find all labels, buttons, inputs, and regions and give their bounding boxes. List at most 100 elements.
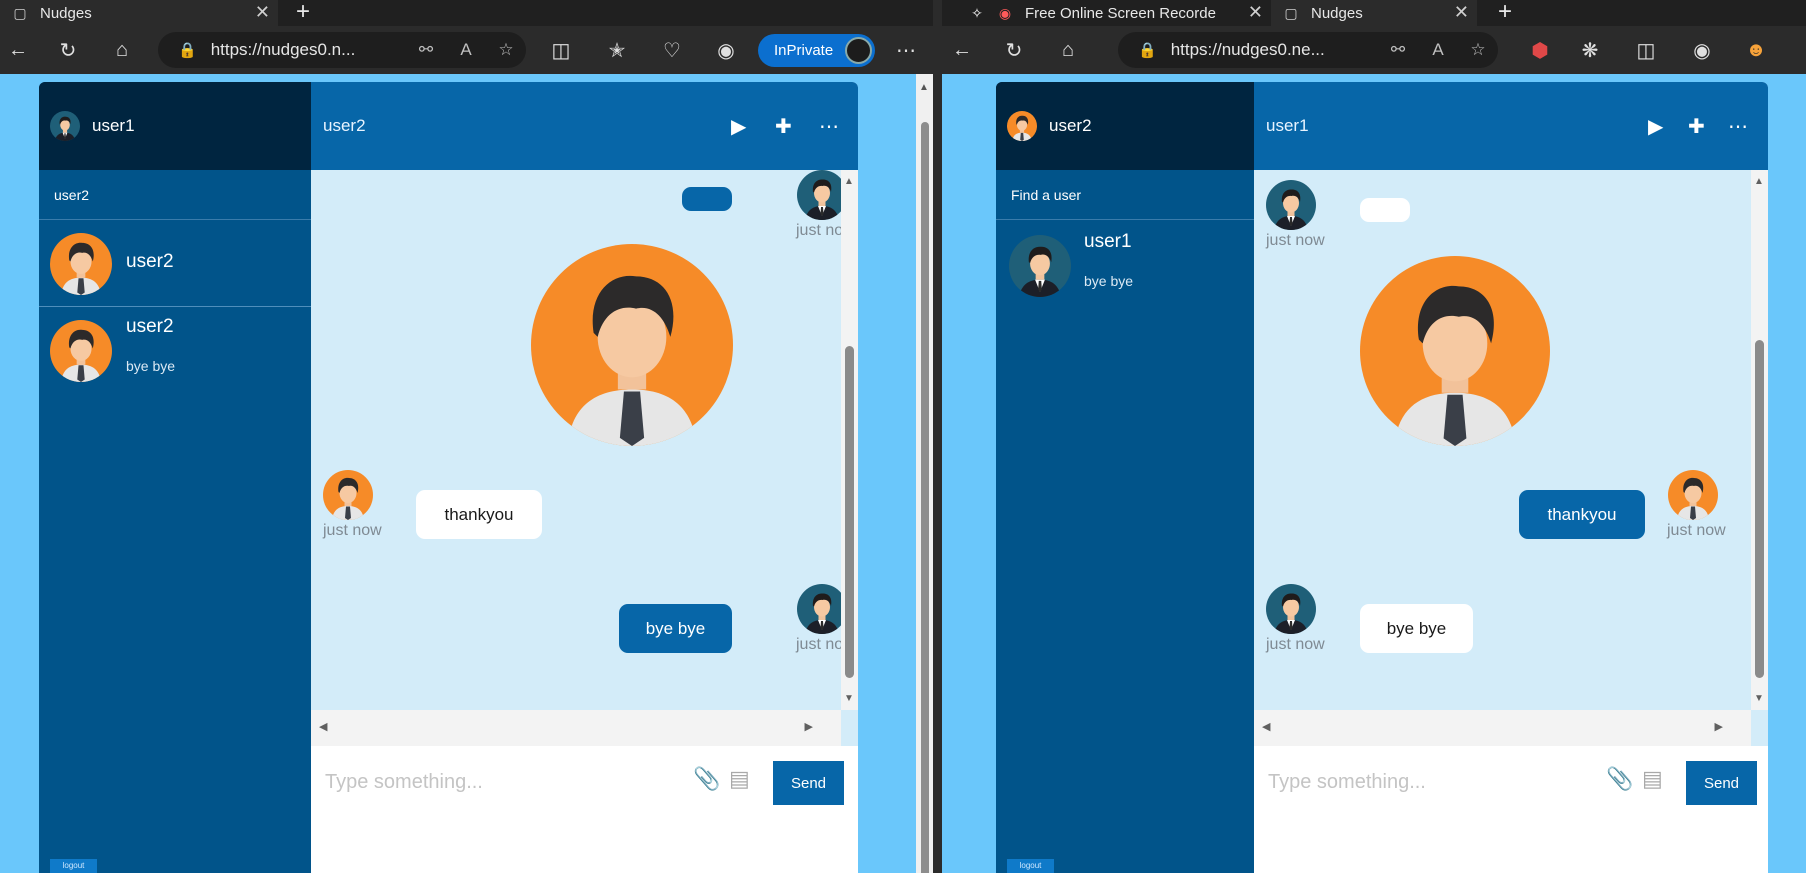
message-list[interactable]: just now thankyou just now just now bye …	[1254, 170, 1751, 710]
chat-header: user1 ▶ ✚ ⋯	[1254, 82, 1768, 170]
image-upload-icon[interactable]: ▤	[729, 766, 750, 792]
split-screen-icon[interactable]: ◫	[1628, 26, 1664, 74]
message-list[interactable]: just now just now thankyou bye bye just …	[311, 170, 841, 710]
sidebar-header: user1	[39, 82, 311, 170]
message-bubble: thankyou	[1519, 490, 1645, 539]
close-icon[interactable]: ✕	[1248, 2, 1263, 23]
video-call-icon[interactable]: ▶	[731, 82, 746, 170]
conversation-name: user2	[126, 316, 174, 337]
scroll-up-icon[interactable]: ▲	[919, 82, 929, 93]
scroll-right-icon[interactable]: ▶	[1715, 720, 1723, 733]
add-user-icon[interactable]: ✚	[1688, 82, 1705, 170]
scroll-thumb[interactable]	[1755, 340, 1764, 678]
tab-bar: ✧ ◉ Free Online Screen Recorde ✕ ▢ Nudge…	[942, 0, 1806, 26]
scroll-left-icon[interactable]: ◀	[1262, 720, 1270, 733]
attachment-icon[interactable]: 📎	[693, 766, 720, 792]
conversation-item[interactable]: user2	[39, 221, 311, 307]
home-icon[interactable]: ⌂	[1050, 26, 1086, 74]
sender-avatar	[1668, 470, 1718, 520]
favorites-icon[interactable]: ✭	[599, 26, 635, 74]
chat-app: user2 Find a user user1 bye bye logout u…	[996, 82, 1768, 873]
scroll-thumb[interactable]	[845, 346, 854, 678]
browser-essentials-icon[interactable]: ♡	[654, 26, 690, 74]
message-input[interactable]	[1268, 762, 1588, 802]
adblock-icon[interactable]: ⬢	[1522, 26, 1558, 74]
key-icon[interactable]: ⚯	[406, 40, 446, 60]
home-icon[interactable]: ⌂	[104, 26, 140, 74]
read-aloud-icon[interactable]: A	[1418, 40, 1458, 60]
sender-avatar	[323, 470, 373, 520]
refresh-icon[interactable]: ↻	[50, 26, 86, 74]
lock-icon: 🔒	[1138, 42, 1157, 59]
message-composer: 📎 ▤ Send	[311, 746, 858, 873]
chat-sidebar: user1 user2 user2 user2 bye bye logout	[39, 82, 311, 873]
tab-nudges[interactable]: ▢ Nudges ✕	[1271, 0, 1477, 26]
games-icon: ✧	[971, 4, 983, 21]
conversation-item[interactable]: user1 bye bye	[996, 221, 1254, 307]
message-scrollbar[interactable]: ▲ ▼	[1751, 170, 1768, 710]
scroll-up-icon[interactable]: ▲	[1754, 176, 1764, 187]
split-screen-icon[interactable]: ◫	[543, 26, 579, 74]
profile-avatar	[845, 37, 872, 64]
new-tab-icon[interactable]: +	[1498, 0, 1512, 26]
message-scrollbar[interactable]: ▲ ▼	[841, 170, 858, 710]
tab-nudges[interactable]: ▢ Nudges ✕	[0, 0, 278, 26]
sender-avatar	[1266, 584, 1316, 634]
conversation-item[interactable]: user2 bye bye	[39, 308, 311, 394]
horizontal-scrollbar[interactable]: ◀ ▶	[1254, 710, 1751, 746]
inprivate-label: InPrivate	[774, 42, 834, 59]
address-bar[interactable]: 🔒 https://nudges0.ne... ⚯ A ☆	[1118, 32, 1498, 68]
sidebar-header: user2	[996, 82, 1254, 170]
scroll-right-icon[interactable]: ▶	[805, 720, 813, 733]
more-menu-icon[interactable]: ⋯	[888, 26, 924, 74]
send-button[interactable]: Send	[773, 761, 844, 805]
inprivate-badge[interactable]: InPrivate	[758, 34, 875, 67]
back-icon[interactable]: ←	[944, 26, 980, 74]
message-time: just now	[1266, 232, 1325, 249]
find-user-search[interactable]: Find a user	[996, 170, 1254, 220]
favorite-star-icon[interactable]: ☆	[486, 40, 526, 60]
more-options-icon[interactable]: ⋯	[1728, 82, 1748, 170]
message-time: just now	[796, 636, 841, 653]
copilot-icon[interactable]: ◉	[1684, 26, 1720, 74]
refresh-icon[interactable]: ↻	[996, 26, 1032, 74]
extensions-icon[interactable]: ❋	[1572, 26, 1608, 74]
sidebar-subtitle: user2	[39, 170, 311, 220]
address-bar[interactable]: 🔒 https://nudges0.n... ⚯ A ☆	[158, 32, 526, 68]
scroll-left-icon[interactable]: ◀	[319, 720, 327, 733]
conversation-preview: bye bye	[1084, 273, 1134, 289]
back-icon[interactable]: ←	[0, 26, 36, 74]
send-button[interactable]: Send	[1686, 761, 1757, 805]
read-aloud-icon[interactable]: A	[446, 40, 486, 60]
video-call-icon[interactable]: ▶	[1648, 82, 1663, 170]
horizontal-scrollbar[interactable]: ◀ ▶	[311, 710, 841, 746]
add-user-icon[interactable]: ✚	[775, 82, 792, 170]
scroll-thumb[interactable]	[921, 122, 929, 873]
profile-avatar-icon[interactable]: ☻	[1738, 26, 1774, 74]
tab-screen-recorder[interactable]: ✧ ◉ Free Online Screen Recorde ✕	[957, 0, 1271, 26]
message-input[interactable]	[325, 762, 685, 802]
nudge-avatar-image	[1360, 256, 1550, 446]
url-text: https://nudges0.ne...	[1170, 40, 1325, 59]
copilot-icon[interactable]: ◉	[708, 26, 744, 74]
conversation-preview: bye bye	[126, 358, 176, 374]
browser-toolbar: ← ↻ ⌂ 🔒 https://nudges0.n... ⚯ A ☆ ◫ ✭ ♡…	[0, 26, 933, 74]
document-icon: ▢	[1284, 4, 1298, 21]
scroll-down-icon[interactable]: ▼	[844, 693, 854, 704]
active-contact-name: user1	[1266, 116, 1309, 135]
page-scrollbar[interactable]: ▲	[916, 74, 933, 873]
more-options-icon[interactable]: ⋯	[819, 82, 839, 170]
logout-button[interactable]: logout	[1007, 859, 1054, 873]
new-tab-icon[interactable]: +	[296, 0, 310, 26]
message-time: just now	[796, 222, 841, 239]
favorite-star-icon[interactable]: ☆	[1458, 40, 1498, 60]
key-icon[interactable]: ⚯	[1378, 40, 1418, 60]
attachment-icon[interactable]: 📎	[1606, 766, 1633, 792]
close-icon[interactable]: ✕	[1454, 2, 1469, 23]
scroll-down-icon[interactable]: ▼	[1754, 693, 1764, 704]
logout-button[interactable]: logout	[50, 859, 97, 873]
image-upload-icon[interactable]: ▤	[1642, 766, 1663, 792]
message-bubble: bye bye	[619, 604, 732, 653]
close-icon[interactable]: ✕	[255, 2, 270, 23]
scroll-up-icon[interactable]: ▲	[844, 176, 854, 187]
